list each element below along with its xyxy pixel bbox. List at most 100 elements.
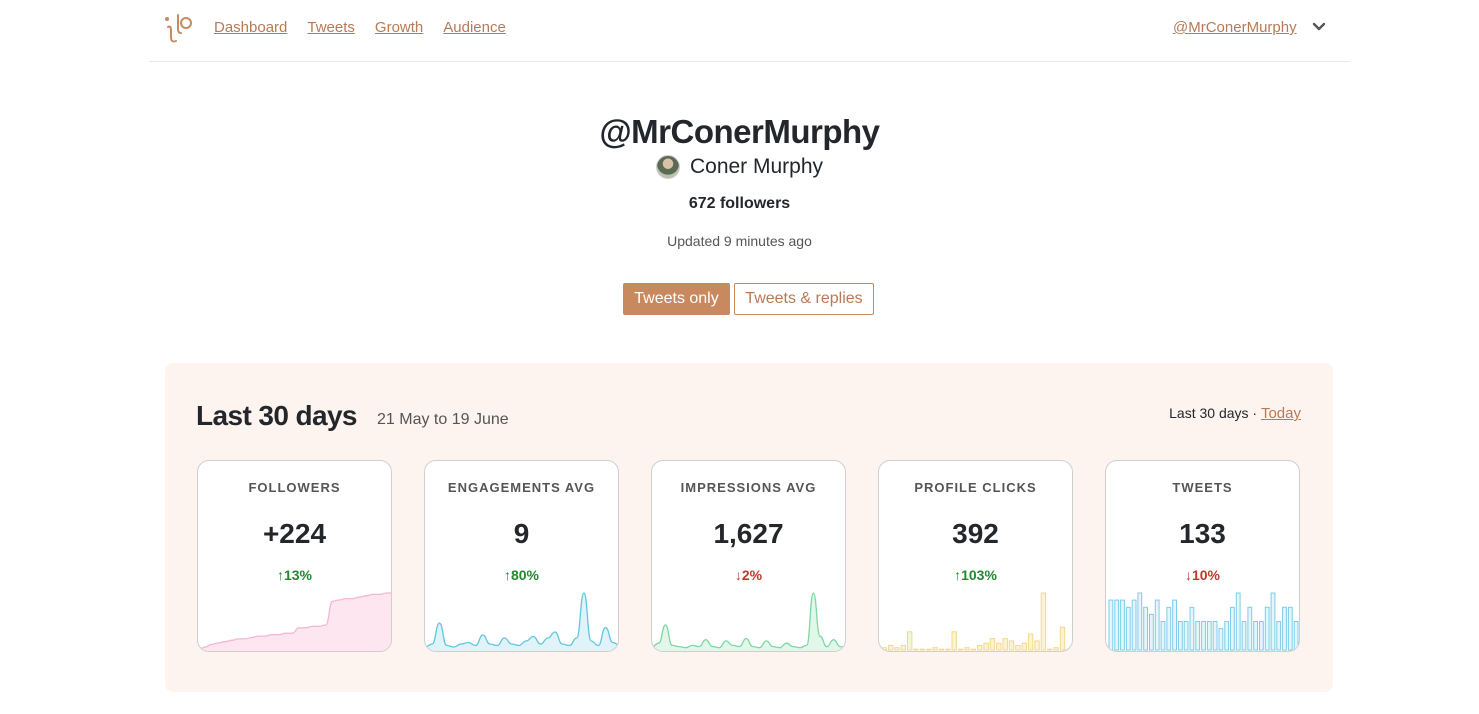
- period-selector: Last 30 days · Today: [1169, 405, 1301, 422]
- date-range: 21 May to 19 June: [377, 411, 509, 428]
- spark-bar: [1293, 621, 1299, 651]
- spark-bar: [1178, 621, 1183, 651]
- stat-card-engagements[interactable]: ENGAGEMENTS AVG 9 ↑80%: [424, 460, 619, 652]
- spark-bar: [887, 644, 894, 651]
- spark-bar: [1212, 621, 1218, 651]
- tweets-sparkline: [1108, 592, 1299, 651]
- followers-sparkline: [198, 592, 391, 651]
- spark-bar: [957, 648, 964, 651]
- spark-bar: [945, 648, 951, 651]
- profile-name-row: Coner Murphy: [0, 155, 1479, 179]
- spark-bar: [926, 648, 932, 651]
- spark-bar: [894, 647, 900, 651]
- spark-bar: [1131, 599, 1137, 651]
- spark-bar: [900, 644, 907, 651]
- engagements-sparkline: [425, 592, 618, 651]
- spark-bar: [1047, 648, 1053, 651]
- stat-value: +224: [262, 518, 327, 549]
- impressions-sparkline: [652, 592, 845, 651]
- spark-bar: [1125, 606, 1131, 651]
- spark-bar: [977, 644, 983, 651]
- logo-icon[interactable]: [163, 11, 193, 45]
- spark-bar: [938, 648, 945, 651]
- profile-name: Coner Murphy: [689, 155, 824, 178]
- chevron-down-icon[interactable]: [1312, 21, 1326, 33]
- spark-bar: [1287, 606, 1293, 651]
- spark-bar: [1108, 599, 1114, 651]
- nav-link-audience[interactable]: Audience: [443, 19, 506, 36]
- spark-bar: [1259, 621, 1264, 651]
- spark-bar: [1264, 606, 1270, 651]
- spark-area: [425, 593, 618, 651]
- stat-card-profile-clicks[interactable]: PROFILE CLICKS 392 ↑103%: [878, 460, 1073, 652]
- follower-count: 672 followers: [688, 195, 791, 212]
- period-label: Last 30 days ·: [1169, 405, 1261, 421]
- spark-bar: [881, 647, 887, 651]
- nav-link-growth[interactable]: Growth: [375, 19, 423, 36]
- stat-change: ↓2%: [734, 567, 763, 583]
- spark-bar: [1143, 606, 1149, 651]
- spark-bar: [1218, 628, 1224, 651]
- spark-bar: [1114, 599, 1120, 651]
- spark-bar: [1149, 613, 1154, 651]
- stat-label: ENGAGEMENTS AVG: [447, 480, 596, 495]
- spark-bar: [1040, 592, 1047, 651]
- tweet-filter-toggle: Tweets only Tweets & replies: [623, 283, 874, 315]
- spark-bar: [996, 642, 1002, 651]
- nav-link-tweets[interactable]: Tweets: [307, 19, 355, 36]
- spark-bar: [1002, 638, 1008, 651]
- spark-bar: [1154, 599, 1160, 651]
- stat-value: 133: [1179, 518, 1226, 549]
- spark-bar: [983, 642, 989, 651]
- stat-value: 1,627: [713, 518, 784, 549]
- spark-bar: [989, 638, 996, 651]
- spark-bar: [1206, 621, 1212, 651]
- spark-bar: [1230, 606, 1235, 651]
- spark-bar: [970, 648, 976, 651]
- panel-title: Last 30 days: [196, 400, 358, 431]
- spark-bar: [1276, 621, 1282, 651]
- spark-bar: [1172, 599, 1177, 651]
- stat-card-followers[interactable]: FOLLOWERS +224 ↑13%: [197, 460, 392, 652]
- spark-bar: [1270, 592, 1276, 651]
- spark-bar: [932, 647, 938, 651]
- spark-bar: [1015, 644, 1021, 651]
- spark-bar: [1235, 592, 1241, 651]
- stat-label: TWEETS: [1172, 480, 1233, 495]
- today-link[interactable]: Today: [1261, 405, 1301, 422]
- spark-bar: [1183, 621, 1189, 651]
- spark-bar: [1189, 606, 1195, 651]
- tweets-only-button[interactable]: Tweets only: [623, 283, 730, 315]
- avatar: [655, 155, 680, 179]
- spark-bar: [1021, 642, 1028, 651]
- nav-links: Dashboard Tweets Growth Audience: [214, 19, 506, 36]
- user-menu-link[interactable]: @MrConerMurphy: [1173, 19, 1297, 36]
- stat-change: ↑80%: [503, 567, 540, 583]
- spark-bar: [964, 647, 970, 651]
- spark-bar: [1120, 599, 1125, 651]
- spark-bar: [1008, 640, 1015, 651]
- spark-area: [198, 593, 391, 651]
- tweets-and-replies-button[interactable]: Tweets & replies: [734, 283, 874, 315]
- spark-line: [425, 592, 618, 648]
- stat-value: 392: [952, 518, 999, 549]
- top-navigation: Dashboard Tweets Growth Audience @MrCone…: [149, 0, 1349, 62]
- spark-bar: [1137, 592, 1143, 651]
- spark-bar: [1224, 621, 1230, 651]
- profile-handle: @MrConerMurphy: [599, 113, 880, 150]
- spark-bar: [1034, 640, 1040, 651]
- spark-bar: [1160, 621, 1166, 651]
- spark-bar: [1247, 606, 1253, 651]
- spark-bar: [1195, 621, 1201, 651]
- nav-link-dashboard[interactable]: Dashboard: [214, 19, 287, 36]
- stat-change: ↓10%: [1184, 567, 1221, 583]
- stats-panel: Last 30 days 21 May to 19 June Last 30 d…: [165, 363, 1333, 692]
- spark-bar: [1027, 633, 1034, 651]
- stat-change: ↑13%: [276, 567, 313, 583]
- stat-value: 9: [513, 518, 530, 549]
- stat-card-impressions[interactable]: IMPRESSIONS AVG 1,627 ↓2%: [651, 460, 846, 652]
- stat-card-tweets[interactable]: TWEETS 133 ↓10%: [1105, 460, 1300, 652]
- spark-bar: [1201, 621, 1206, 651]
- spark-bar: [1053, 647, 1059, 651]
- spark-bar: [1066, 648, 1072, 651]
